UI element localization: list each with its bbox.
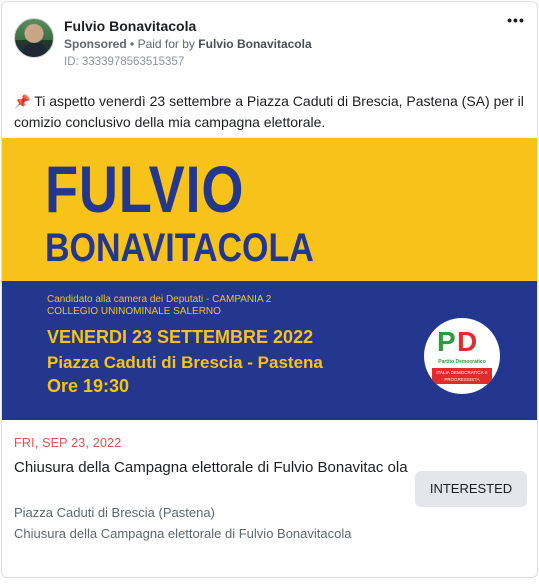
pd-logo-p: P <box>437 326 456 357</box>
banner-date: VENERDI 23 SETTEMBRE 2022 <box>47 327 314 347</box>
banner-place: Piazza Caduti di Brescia - Pastena <box>47 353 323 372</box>
payer-name: Fulvio Bonavitacola <box>198 37 312 51</box>
pd-logo-name: Partito Democratico <box>438 359 486 365</box>
page-name[interactable]: Fulvio Bonavitacola <box>64 18 196 34</box>
post-text-content: Ti aspetto venerdì 23 settembre a Piazza… <box>14 93 524 130</box>
event-banner-image[interactable]: FULVIO BONAVITACOLA Candidato alla camer… <box>2 138 537 420</box>
banner-first-name: FULVIO <box>45 152 245 226</box>
pd-logo-band: ITALIA DEMOCRATICA E PROGRESSISTA <box>432 368 492 384</box>
banner-time: Ore 19:30 <box>47 376 130 396</box>
event-description: Chiusura della Campagna elettorale di Fu… <box>14 526 352 541</box>
pd-party-logo: P D Partito Democratico ITALIA DEMOCRATI… <box>424 318 500 394</box>
post-text: 📌 Ti aspetto venerdì 23 settembre a Piazz… <box>14 91 529 133</box>
sponsored-line: Sponsored • Paid for by Fulvio Bonavitac… <box>64 37 312 51</box>
ad-header: Fulvio Bonavitacola Sponsored • Paid for… <box>14 18 529 74</box>
event-place: Piazza Caduti di Brescia (Pastena) <box>14 505 215 520</box>
avatar-face <box>29 27 41 42</box>
event-title[interactable]: Chiusura della Campagna elettorale di Fu… <box>14 458 409 478</box>
paid-for-by-label: Paid for by <box>137 37 195 51</box>
separator-dot: • <box>130 37 135 51</box>
avatar-suit <box>23 43 47 57</box>
event-date: FRI, SEP 23, 2022 <box>14 436 122 450</box>
avatar[interactable] <box>14 18 54 58</box>
interested-button[interactable]: INTERESTED <box>415 471 527 507</box>
pushpin-icon: 📌 <box>14 94 31 109</box>
banner-candidate-info: Candidato alla camera dei Deputati - CAM… <box>47 294 271 318</box>
banner-candidate-line2: COLLEGIO UNINOMINALE SALERNO <box>47 306 221 317</box>
sponsored-label: Sponsored <box>64 37 127 51</box>
pd-logo-d: D <box>457 326 478 357</box>
ad-id: ID: 3333978563515357 <box>64 56 185 68</box>
banner-last-name: BONAVITACOLA <box>45 226 314 270</box>
banner-candidate-line1: Candidato alla camera dei Deputati - CAM… <box>47 294 272 305</box>
ad-card: Fulvio Bonavitacola Sponsored • Paid for… <box>1 1 538 578</box>
more-options-button[interactable]: ••• <box>505 13 527 28</box>
